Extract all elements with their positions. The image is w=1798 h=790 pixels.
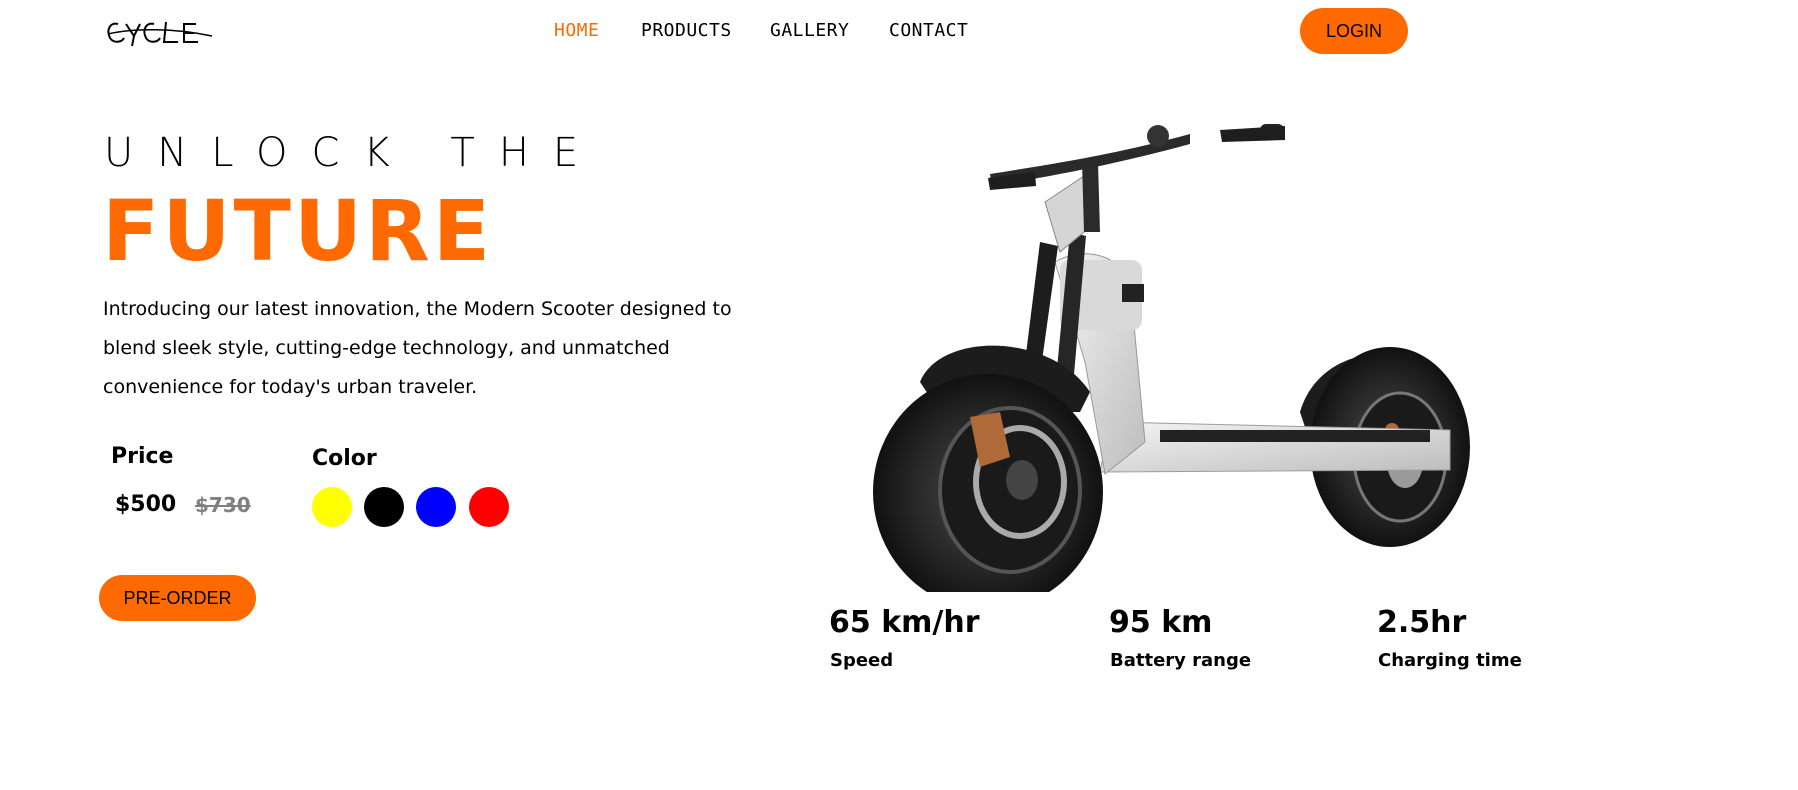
stat-battery-value: 95 km	[1109, 605, 1213, 640]
nav-gallery-link[interactable]: GALLERY	[770, 20, 849, 41]
color-swatch-yellow[interactable]	[312, 487, 352, 527]
intro-paragraph: Introducing our latest innovation, the M…	[103, 290, 743, 407]
intro-line: blend sleek style, cutting-edge technolo…	[103, 337, 670, 359]
stat-battery-label: Battery range	[1110, 650, 1252, 671]
intro-line: Introducing our latest innovation, the M…	[103, 298, 732, 320]
main-nav: HOME PRODUCTS GALLERY CONTACT	[0, 20, 1798, 44]
stat-charging-label: Charging time	[1378, 650, 1522, 671]
stat-speed-value: 65 km/hr	[829, 605, 980, 640]
scooter-image	[860, 112, 1480, 592]
color-swatch-red[interactable]	[469, 487, 509, 527]
color-swatch-blue[interactable]	[416, 487, 456, 527]
original-price: $730	[195, 493, 251, 517]
nav-products-link[interactable]: PRODUCTS	[641, 20, 732, 41]
stat-speed-label: Speed	[830, 650, 894, 671]
color-swatch-black[interactable]	[364, 487, 404, 527]
stat-charging-value: 2.5hr	[1377, 605, 1467, 640]
nav-contact-link[interactable]: CONTACT	[889, 20, 968, 41]
preorder-button[interactable]: PRE-ORDER	[99, 575, 256, 621]
headline-main: FUTURE	[102, 182, 494, 280]
intro-line: convenience for today's urban traveler.	[103, 376, 478, 398]
scooter-icon	[873, 124, 1470, 592]
color-label: Color	[312, 446, 377, 471]
headline-top: UNLOCK THE	[104, 130, 603, 176]
nav-home-link[interactable]: HOME	[554, 20, 599, 41]
current-price: $500	[115, 492, 177, 517]
price-label: Price	[111, 444, 174, 469]
login-button[interactable]: LOGIN	[1300, 8, 1408, 54]
